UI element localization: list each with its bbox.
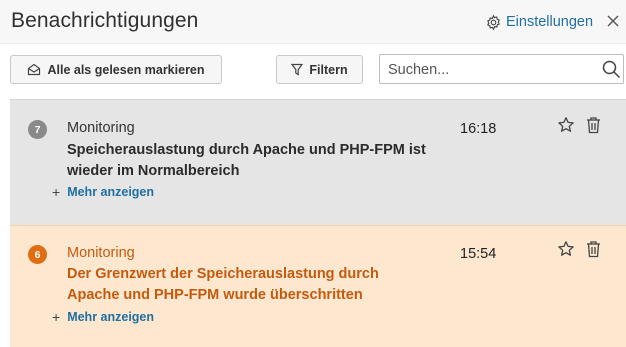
notification-item[interactable]: 6 Monitoring Der Grenzwert der Speichera… <box>10 225 626 347</box>
funnel-icon <box>291 63 304 76</box>
filter-button[interactable]: Filtern <box>276 55 363 84</box>
show-more-link[interactable]: + Mehr anzeigen <box>52 185 154 199</box>
page-title: Benachrichtigungen <box>11 9 199 32</box>
plus-icon: + <box>52 184 61 200</box>
search-box <box>379 54 624 84</box>
search-input[interactable] <box>388 59 598 80</box>
notification-category: Monitoring <box>67 120 135 136</box>
show-more-link[interactable]: + Mehr anzeigen <box>52 310 154 324</box>
notification-message: Der Grenzwert der Speicherauslastung dur… <box>67 266 379 303</box>
count-badge: 7 <box>28 120 47 139</box>
settings-link[interactable]: Einstellungen <box>485 12 593 32</box>
toolbar: Alle als gelesen markieren Filtern <box>0 44 626 99</box>
notifications-header: Benachrichtigungen Einstellungen <box>0 0 626 44</box>
mark-all-read-label: Alle als gelesen markieren <box>47 62 205 77</box>
show-more-label: Mehr anzeigen <box>67 310 155 324</box>
notification-message: Speicherauslastung durch Apache und PHP-… <box>67 142 426 179</box>
filter-label: Filtern <box>309 62 348 77</box>
notification-category: Monitoring <box>67 245 135 261</box>
count-badge: 6 <box>28 245 47 264</box>
gear-icon <box>487 14 500 30</box>
mark-all-read-button[interactable]: Alle als gelesen markieren <box>10 55 222 84</box>
close-icon[interactable] <box>606 14 620 28</box>
show-more-label: Mehr anzeigen <box>67 185 155 199</box>
notification-time: 16:18 <box>460 121 497 137</box>
notification-item[interactable]: 7 Monitoring Speicherauslastung durch Ap… <box>10 99 626 225</box>
search-icon[interactable] <box>601 59 621 79</box>
trash-icon[interactable] <box>585 240 602 258</box>
star-icon[interactable] <box>557 116 575 134</box>
trash-icon[interactable] <box>585 116 602 134</box>
settings-label: Einstellungen <box>506 14 594 30</box>
plus-icon: + <box>52 309 61 325</box>
envelope-open-icon <box>28 63 41 76</box>
star-icon[interactable] <box>557 240 575 258</box>
notification-time: 15:54 <box>460 246 497 262</box>
